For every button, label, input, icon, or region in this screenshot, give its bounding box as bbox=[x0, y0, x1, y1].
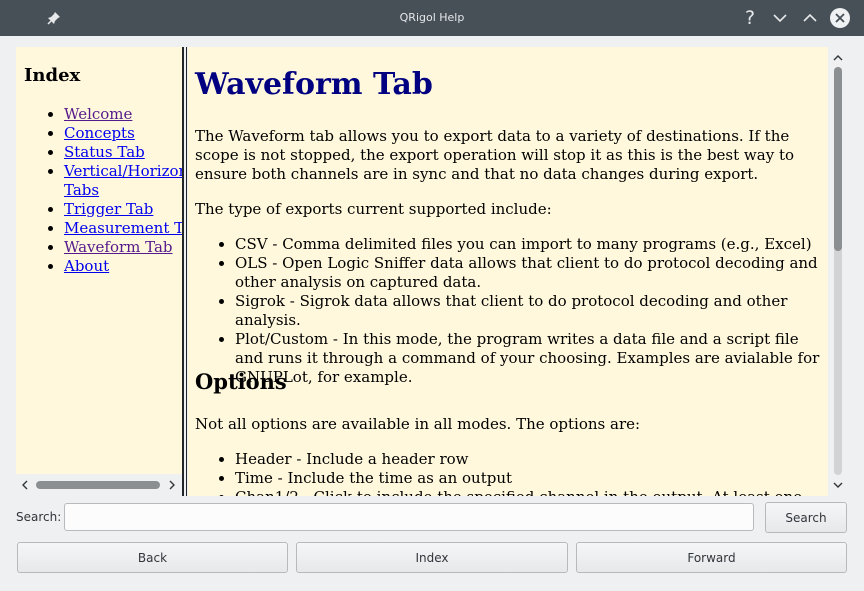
index-item[interactable]: Waveform Tab bbox=[64, 238, 182, 257]
back-button[interactable]: Back bbox=[17, 542, 288, 573]
index-item[interactable]: Trigger Tab bbox=[64, 200, 182, 219]
page-title: Waveform Tab bbox=[195, 67, 433, 102]
index-link-concepts[interactable]: Concepts bbox=[64, 124, 135, 142]
help-icon[interactable]: ? bbox=[738, 6, 762, 30]
scroll-up-icon[interactable] bbox=[831, 51, 845, 65]
index-heading: Index bbox=[24, 65, 81, 86]
title-bar: QRigol Help ? bbox=[0, 0, 864, 36]
list-item: Plot/Custom - In this mode, the program … bbox=[235, 330, 823, 387]
splitter-line bbox=[186, 47, 187, 496]
minimize-icon[interactable] bbox=[768, 6, 792, 30]
exports-list: CSV - Comma delimited files you can impo… bbox=[195, 235, 823, 387]
scroll-right-icon[interactable] bbox=[165, 477, 179, 493]
list-item: Sigrok - Sigrok data allows that client … bbox=[235, 292, 823, 330]
search-input[interactable] bbox=[64, 503, 754, 531]
exports-lead: The type of exports current supported in… bbox=[195, 200, 552, 218]
scroll-left-icon[interactable] bbox=[18, 477, 32, 493]
window-title: QRigol Help bbox=[399, 11, 465, 24]
search-label: Search: bbox=[16, 510, 62, 524]
index-item[interactable]: Status Tab bbox=[64, 143, 182, 162]
index-item[interactable]: Measurement Tab bbox=[64, 219, 182, 238]
index-button[interactable]: Index bbox=[296, 542, 568, 573]
content-vertical-scrollbar[interactable] bbox=[828, 47, 848, 496]
index-link-waveform-tab[interactable]: Waveform Tab bbox=[64, 238, 173, 256]
index-link-measurement-tab[interactable]: Measurement Tab bbox=[64, 219, 182, 237]
maximize-icon[interactable] bbox=[798, 6, 822, 30]
index-list: Welcome Concepts Status Tab Vertical/Hor… bbox=[16, 105, 182, 276]
index-link-vertical-horizontal-tabs[interactable]: Vertical/Horizontal Tabs bbox=[64, 162, 182, 199]
close-icon[interactable] bbox=[828, 6, 852, 30]
help-content: Waveform Tab The Waveform tab allows you… bbox=[188, 47, 828, 496]
search-button[interactable]: Search bbox=[765, 502, 847, 533]
options-list: Header - Include a header row Time - Inc… bbox=[195, 450, 823, 496]
forward-button[interactable]: Forward bbox=[576, 542, 847, 573]
index-item[interactable]: About bbox=[64, 257, 182, 276]
index-pane: Index Welcome Concepts Status Tab Vertic… bbox=[16, 47, 182, 474]
index-link-trigger-tab[interactable]: Trigger Tab bbox=[64, 200, 153, 218]
splitter-line bbox=[182, 47, 184, 496]
index-link-welcome[interactable]: Welcome bbox=[64, 105, 132, 123]
list-item: Header - Include a header row bbox=[235, 450, 823, 469]
list-item: OLS - Open Logic Sniffer data allows tha… bbox=[235, 254, 823, 292]
index-link-status-tab[interactable]: Status Tab bbox=[64, 143, 145, 161]
scrollbar-thumb[interactable] bbox=[834, 67, 842, 251]
scrollbar-thumb[interactable] bbox=[36, 481, 160, 489]
list-item: Chan1/2 - Click to include the specified… bbox=[235, 488, 823, 496]
index-item[interactable]: Concepts bbox=[64, 124, 182, 143]
options-heading: Options bbox=[195, 369, 287, 394]
scroll-down-icon[interactable] bbox=[831, 478, 845, 492]
options-lead: Not all options are available in all mod… bbox=[195, 415, 641, 433]
index-item[interactable]: Welcome bbox=[64, 105, 182, 124]
index-link-about[interactable]: About bbox=[64, 257, 109, 275]
index-item[interactable]: Vertical/Horizontal Tabs bbox=[64, 162, 182, 200]
list-item: Time - Include the time as an output bbox=[235, 469, 823, 488]
intro-paragraph: The Waveform tab allows you to export da… bbox=[195, 127, 795, 183]
list-item: CSV - Comma delimited files you can impo… bbox=[235, 235, 823, 254]
index-horizontal-scrollbar[interactable] bbox=[16, 474, 182, 496]
